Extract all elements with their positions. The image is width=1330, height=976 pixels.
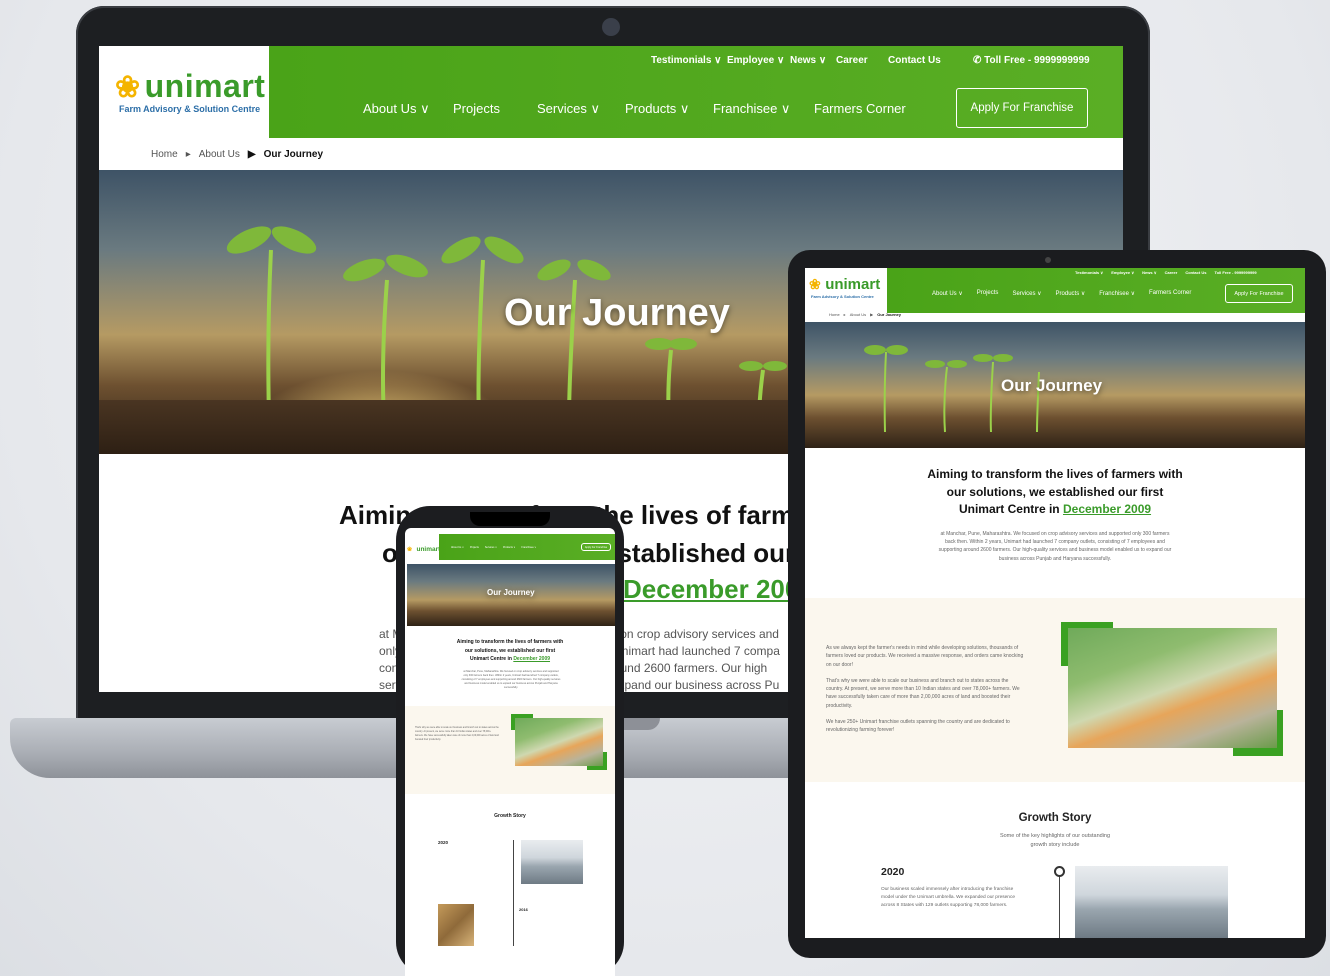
nav-contact-us[interactable]: Contact Us [1185,270,1206,275]
logo-tagline: Farm Advisory & Solution Centre [811,294,874,299]
scale-section: As we always kept the farmer's needs in … [805,598,1305,782]
breadcrumb: Home ▸ About Us ▶ Our Journey [829,312,901,317]
timeline-dot [1054,866,1065,877]
breadcrumb-about[interactable]: About Us [850,312,866,317]
nav-testimonials[interactable]: Testimonials ∨ [1075,270,1103,275]
timeline-year: 2016 [519,907,528,912]
nav-franchisee[interactable]: Franchisee ∨ [521,546,536,549]
main-links: About Us ∨ Projects Services ∨ Products … [932,290,1191,297]
logo-wordmark: unimart [825,276,881,293]
nav-career[interactable]: Career [836,55,868,66]
nav-career[interactable]: Career [1165,270,1178,275]
chevron-right-icon: ▶ [247,149,256,160]
hero-banner: Our Journey [805,322,1305,448]
nav-services[interactable]: Services ∨ [485,546,497,549]
nav-projects[interactable]: Projects [470,546,479,549]
farmers-photo [515,718,603,766]
breadcrumb-about[interactable]: About Us [199,149,240,160]
timeline-text: Our business scaled immensely after intr… [881,887,1016,908]
apply-franchise-button[interactable]: Apply For Franchise [581,543,611,551]
breadcrumb-current: Our Journey [877,312,902,317]
hero-banner: Our Journey [407,564,615,626]
phone-screen: ❀ unimart About Us ∨ Projects Services ∨… [405,528,615,976]
nav-testimonials[interactable]: Testimonials ∨ [651,55,721,66]
nav-contact-us[interactable]: Contact Us [888,55,941,66]
timeline-line [1059,872,1060,938]
nav-news[interactable]: News ∨ [1142,270,1157,275]
intro-paragraph: at Manchar, Pune, Maharashtra. We focuse… [461,670,561,689]
office-photo [1075,866,1228,938]
nav-products[interactable]: Products ∨ [1056,290,1086,297]
logo-wordmark: unimart [144,68,266,104]
nav-farmers-corner[interactable]: Farmers Corner [814,101,906,116]
office-photo [521,840,583,884]
hero-title: Our Journey [487,588,535,597]
toll-free-number[interactable]: ✆ Toll Free - 9999999999 [973,55,1090,66]
growth-subtitle: Some of the key highlights of our outsta… [999,833,1111,848]
logo-wordmark: unimart [416,546,441,553]
nav-projects[interactable]: Projects [453,101,500,116]
timeline-year: 2020 [438,840,449,845]
breadcrumb-current: Our Journey [263,149,324,160]
scale-text: That's why we were able to scale our bus… [415,727,499,741]
main-navbar: Testimonials ∨ Employee ∨ News ∨ Career … [887,268,1305,313]
intro-heading: Aiming to transform the lives of farmers… [927,467,1183,516]
nav-franchisee[interactable]: Franchisee ∨ [1099,290,1135,297]
intro-paragraph: at Manchar, Pune, Maharashtra. We focuse… [938,531,1172,562]
site-logo[interactable]: ❀ unimart Farm Advisory & Solution Centr… [99,46,269,138]
intro-highlight-date: December 2009 [623,574,814,604]
main-links: About Us ∨ Projects Services ∨ Products … [451,546,536,549]
nav-products[interactable]: Products ∨ [625,101,689,117]
nav-about-us[interactable]: About Us ∨ [932,290,963,297]
logo-tagline: Farm Advisory & Solution Centre [119,104,261,114]
breadcrumb-home[interactable]: Home [151,149,178,160]
main-navbar: Testimonials ∨ Employee ∨ News ∨ Career … [269,46,1123,138]
apply-franchise-button[interactable]: Apply For Franchise [956,88,1088,128]
nav-services[interactable]: Services ∨ [537,101,600,117]
breadcrumb: Home ▸ About Us ▶ Our Journey [151,149,323,160]
nav-about-us[interactable]: About Us ∨ [363,101,430,117]
leaf-logo-icon: ❀ [115,71,141,104]
phone-icon: ✆ [973,55,982,66]
leaf-logo-icon: ❀ [809,276,821,292]
growth-title: Growth Story [494,813,526,819]
apply-franchise-button[interactable]: Apply For Franchise [1225,284,1293,303]
main-navbar: About Us ∨ Projects Services ∨ Products … [439,534,615,560]
scale-section: That's why we were able to scale our bus… [405,706,615,794]
nav-employee[interactable]: Employee ∨ [1111,270,1134,275]
farmers-photo [1068,628,1277,748]
chevron-right-icon: ▶ [870,312,874,317]
breadcrumb-home[interactable]: Home [829,312,840,317]
scale-text: As we always kept the farmer's needs in … [826,645,1024,734]
toll-free-number[interactable]: Toll Free - 9999999999 [1214,270,1256,275]
handshake-photo [438,904,474,946]
timeline-year: 2020 [881,866,905,878]
camera-icon [602,18,620,36]
hero-title: Our Journey [1001,376,1103,395]
leaf-logo-icon: ❀ [407,547,413,553]
nav-projects[interactable]: Projects [977,290,999,297]
timeline-line [513,840,514,946]
nav-news[interactable]: News ∨ [790,55,826,66]
hero-title: Our Journey [504,292,730,334]
chevron-right-icon: ▸ [843,312,846,317]
nav-services[interactable]: Services ∨ [1012,290,1041,297]
nav-employee[interactable]: Employee ∨ [727,55,784,66]
nav-farmers-corner[interactable]: Farmers Corner [1149,290,1191,297]
chevron-right-icon: ▸ [185,149,191,160]
intro-highlight-date: December 2009 [1062,502,1152,516]
phone-notch [470,512,550,526]
tablet-screen: ❀ unimart Farm Advisory & Solution Centr… [805,268,1305,938]
nav-franchisee[interactable]: Franchisee ∨ [713,101,790,117]
nav-products[interactable]: Products ∨ [503,546,515,549]
site-logo[interactable]: ❀ unimart [405,534,441,560]
site-logo[interactable]: ❀ unimart Farm Advisory & Solution Centr… [805,268,887,313]
camera-icon [1045,257,1051,263]
nav-about-us[interactable]: About Us ∨ [451,546,464,549]
growth-title: Growth Story [1018,812,1092,824]
top-links: Testimonials ∨ Employee ∨ News ∨ Career … [1075,270,1257,275]
intro-heading: Aiming to transform the lives of farmers… [456,639,564,662]
